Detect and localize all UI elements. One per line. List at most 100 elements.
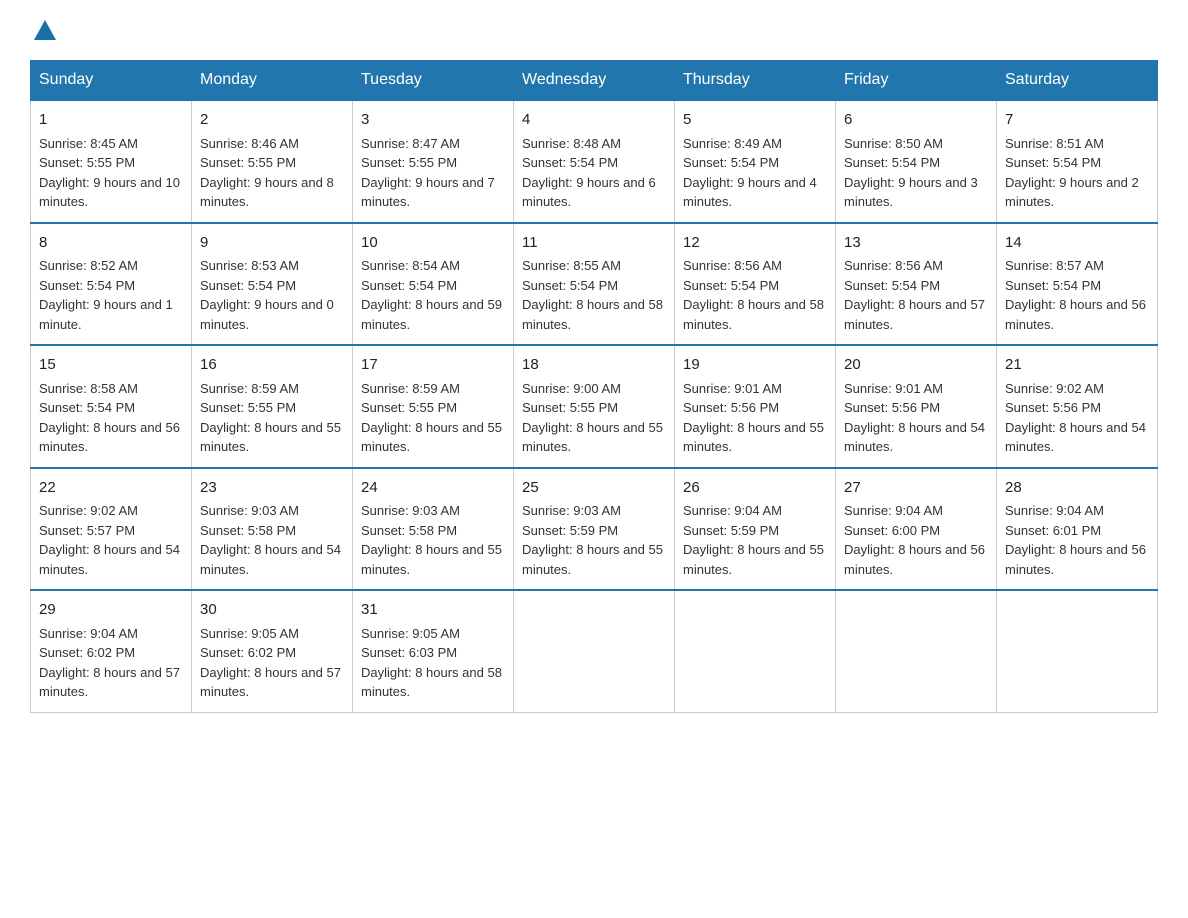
calendar-cell bbox=[836, 590, 997, 712]
day-number: 5 bbox=[683, 109, 827, 132]
day-number: 21 bbox=[1005, 354, 1149, 377]
calendar-header-row: SundayMondayTuesdayWednesdayThursdayFrid… bbox=[31, 61, 1158, 101]
day-number: 1 bbox=[39, 109, 183, 132]
col-header-thursday: Thursday bbox=[675, 61, 836, 101]
calendar-cell: 11 Sunrise: 8:55 AMSunset: 5:54 PMDayligh… bbox=[514, 223, 675, 346]
day-info: Sunrise: 8:57 AMSunset: 5:54 PMDaylight:… bbox=[1005, 258, 1146, 332]
calendar-cell: 2 Sunrise: 8:46 AMSunset: 5:55 PMDaylight… bbox=[192, 100, 353, 223]
calendar-cell: 23 Sunrise: 9:03 AMSunset: 5:58 PMDayligh… bbox=[192, 468, 353, 591]
calendar-cell: 27 Sunrise: 9:04 AMSunset: 6:00 PMDayligh… bbox=[836, 468, 997, 591]
calendar-cell: 13Sunrise: 8:56 AMSunset: 5:54 PMDayligh… bbox=[836, 223, 997, 346]
calendar-cell: 17Sunrise: 8:59 AMSunset: 5:55 PMDayligh… bbox=[353, 345, 514, 468]
logo-line2 bbox=[30, 20, 56, 40]
day-number: 28 bbox=[1005, 477, 1149, 500]
col-header-sunday: Sunday bbox=[31, 61, 192, 101]
day-number: 31 bbox=[361, 599, 505, 622]
day-info: Sunrise: 9:04 AMSunset: 5:59 PMDaylight:… bbox=[683, 503, 824, 577]
day-info: Sunrise: 8:53 AMSunset: 5:54 PMDaylight:… bbox=[200, 258, 334, 332]
calendar-cell: 26Sunrise: 9:04 AMSunset: 5:59 PMDayligh… bbox=[675, 468, 836, 591]
day-number: 3 bbox=[361, 109, 505, 132]
day-number: 9 bbox=[200, 232, 344, 255]
day-info: Sunrise: 9:04 AMSunset: 6:01 PMDaylight:… bbox=[1005, 503, 1146, 577]
day-info: Sunrise: 8:55 AMSunset: 5:54 PMDaylight:… bbox=[522, 258, 663, 332]
day-number: 4 bbox=[522, 109, 666, 132]
calendar-table: SundayMondayTuesdayWednesdayThursdayFrid… bbox=[30, 60, 1158, 713]
day-info: Sunrise: 9:01 AMSunset: 5:56 PMDaylight:… bbox=[844, 381, 985, 455]
day-info: Sunrise: 9:03 AMSunset: 5:58 PMDaylight:… bbox=[200, 503, 341, 577]
calendar-cell: 16 Sunrise: 8:59 AMSunset: 5:55 PMDayligh… bbox=[192, 345, 353, 468]
calendar-cell: 12Sunrise: 8:56 AMSunset: 5:54 PMDayligh… bbox=[675, 223, 836, 346]
col-header-wednesday: Wednesday bbox=[514, 61, 675, 101]
day-number: 16 bbox=[200, 354, 344, 377]
day-info: Sunrise: 8:50 AMSunset: 5:54 PMDaylight:… bbox=[844, 136, 978, 210]
calendar-cell: 29 Sunrise: 9:04 AMSunset: 6:02 PMDayligh… bbox=[31, 590, 192, 712]
calendar-cell bbox=[514, 590, 675, 712]
calendar-week-row: 29 Sunrise: 9:04 AMSunset: 6:02 PMDayligh… bbox=[31, 590, 1158, 712]
calendar-cell: 14Sunrise: 8:57 AMSunset: 5:54 PMDayligh… bbox=[997, 223, 1158, 346]
logo bbox=[30, 20, 56, 40]
day-number: 22 bbox=[39, 477, 183, 500]
day-number: 25 bbox=[522, 477, 666, 500]
day-number: 20 bbox=[844, 354, 988, 377]
day-number: 12 bbox=[683, 232, 827, 255]
day-info: Sunrise: 8:59 AMSunset: 5:55 PMDaylight:… bbox=[200, 381, 341, 455]
calendar-cell: 30 Sunrise: 9:05 AMSunset: 6:02 PMDayligh… bbox=[192, 590, 353, 712]
day-info: Sunrise: 8:51 AMSunset: 5:54 PMDaylight:… bbox=[1005, 136, 1139, 210]
day-info: Sunrise: 8:52 AMSunset: 5:54 PMDaylight:… bbox=[39, 258, 173, 332]
calendar-cell: 3Sunrise: 8:47 AMSunset: 5:55 PMDaylight… bbox=[353, 100, 514, 223]
day-number: 8 bbox=[39, 232, 183, 255]
day-number: 13 bbox=[844, 232, 988, 255]
calendar-cell: 1 Sunrise: 8:45 AMSunset: 5:55 PMDaylight… bbox=[31, 100, 192, 223]
day-number: 2 bbox=[200, 109, 344, 132]
day-info: Sunrise: 9:04 AMSunset: 6:02 PMDaylight:… bbox=[39, 626, 180, 700]
col-header-monday: Monday bbox=[192, 61, 353, 101]
col-header-saturday: Saturday bbox=[997, 61, 1158, 101]
col-header-tuesday: Tuesday bbox=[353, 61, 514, 101]
calendar-week-row: 1 Sunrise: 8:45 AMSunset: 5:55 PMDaylight… bbox=[31, 100, 1158, 223]
calendar-cell: 10 Sunrise: 8:54 AMSunset: 5:54 PMDayligh… bbox=[353, 223, 514, 346]
day-info: Sunrise: 9:03 AMSunset: 5:58 PMDaylight:… bbox=[361, 503, 502, 577]
day-number: 15 bbox=[39, 354, 183, 377]
calendar-week-row: 8 Sunrise: 8:52 AMSunset: 5:54 PMDaylight… bbox=[31, 223, 1158, 346]
day-info: Sunrise: 8:46 AMSunset: 5:55 PMDaylight:… bbox=[200, 136, 334, 210]
calendar-cell: 7 Sunrise: 8:51 AMSunset: 5:54 PMDaylight… bbox=[997, 100, 1158, 223]
calendar-cell: 31 Sunrise: 9:05 AMSunset: 6:03 PMDayligh… bbox=[353, 590, 514, 712]
calendar-cell: 9 Sunrise: 8:53 AMSunset: 5:54 PMDaylight… bbox=[192, 223, 353, 346]
day-number: 27 bbox=[844, 477, 988, 500]
day-info: Sunrise: 8:45 AMSunset: 5:55 PMDaylight:… bbox=[39, 136, 180, 210]
calendar-cell: 18Sunrise: 9:00 AMSunset: 5:55 PMDayligh… bbox=[514, 345, 675, 468]
calendar-cell: 8 Sunrise: 8:52 AMSunset: 5:54 PMDaylight… bbox=[31, 223, 192, 346]
day-info: Sunrise: 9:02 AMSunset: 5:57 PMDaylight:… bbox=[39, 503, 180, 577]
day-info: Sunrise: 9:01 AMSunset: 5:56 PMDaylight:… bbox=[683, 381, 824, 455]
calendar-cell: 22 Sunrise: 9:02 AMSunset: 5:57 PMDayligh… bbox=[31, 468, 192, 591]
calendar-cell: 20 Sunrise: 9:01 AMSunset: 5:56 PMDayligh… bbox=[836, 345, 997, 468]
day-info: Sunrise: 9:05 AMSunset: 6:03 PMDaylight:… bbox=[361, 626, 502, 700]
day-number: 30 bbox=[200, 599, 344, 622]
day-number: 10 bbox=[361, 232, 505, 255]
day-number: 23 bbox=[200, 477, 344, 500]
calendar-week-row: 15 Sunrise: 8:58 AMSunset: 5:54 PMDayligh… bbox=[31, 345, 1158, 468]
day-number: 11 bbox=[522, 232, 666, 255]
page-header bbox=[30, 20, 1158, 40]
calendar-cell: 28 Sunrise: 9:04 AMSunset: 6:01 PMDayligh… bbox=[997, 468, 1158, 591]
calendar-cell: 19 Sunrise: 9:01 AMSunset: 5:56 PMDayligh… bbox=[675, 345, 836, 468]
calendar-cell: 21 Sunrise: 9:02 AMSunset: 5:56 PMDayligh… bbox=[997, 345, 1158, 468]
day-number: 17 bbox=[361, 354, 505, 377]
day-info: Sunrise: 8:58 AMSunset: 5:54 PMDaylight:… bbox=[39, 381, 180, 455]
calendar-cell bbox=[675, 590, 836, 712]
calendar-cell: 5Sunrise: 8:49 AMSunset: 5:54 PMDaylight… bbox=[675, 100, 836, 223]
day-number: 7 bbox=[1005, 109, 1149, 132]
col-header-friday: Friday bbox=[836, 61, 997, 101]
day-info: Sunrise: 8:48 AMSunset: 5:54 PMDaylight:… bbox=[522, 136, 656, 210]
calendar-cell: 6 Sunrise: 8:50 AMSunset: 5:54 PMDaylight… bbox=[836, 100, 997, 223]
day-info: Sunrise: 9:04 AMSunset: 6:00 PMDaylight:… bbox=[844, 503, 985, 577]
day-number: 6 bbox=[844, 109, 988, 132]
day-info: Sunrise: 8:54 AMSunset: 5:54 PMDaylight:… bbox=[361, 258, 502, 332]
day-number: 19 bbox=[683, 354, 827, 377]
day-number: 18 bbox=[522, 354, 666, 377]
day-info: Sunrise: 9:05 AMSunset: 6:02 PMDaylight:… bbox=[200, 626, 341, 700]
calendar-cell bbox=[997, 590, 1158, 712]
day-number: 29 bbox=[39, 599, 183, 622]
calendar-cell: 24Sunrise: 9:03 AMSunset: 5:58 PMDayligh… bbox=[353, 468, 514, 591]
day-info: Sunrise: 9:02 AMSunset: 5:56 PMDaylight:… bbox=[1005, 381, 1146, 455]
